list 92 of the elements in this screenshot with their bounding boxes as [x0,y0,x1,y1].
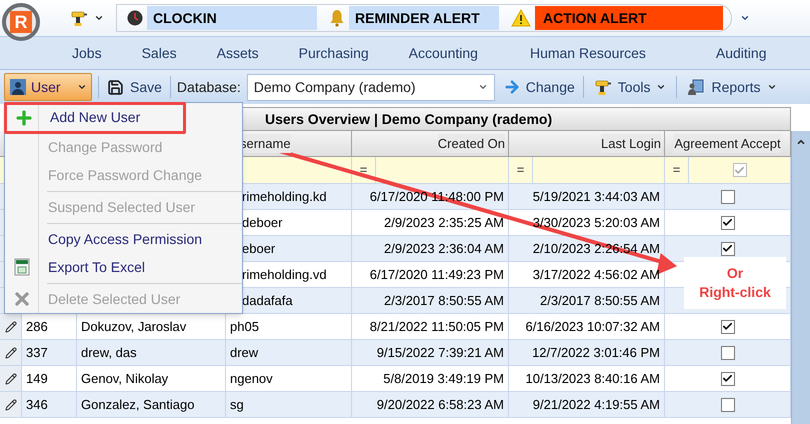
checkbox[interactable] [720,372,734,386]
change-button[interactable]: Change [500,76,577,98]
table-cell-text: 2/3/2017 8:50:55 AM [540,292,660,310]
ribbon-tab[interactable]: Assets [216,42,259,64]
table-cell-text: Genov, Nikolay [81,370,168,388]
table-cell-text: 5/8/2019 3:49:19 PM [383,370,504,388]
table-cell-text: 286 [26,318,48,336]
clock-icon [127,10,143,26]
alert-button[interactable]: ACTION ALERT [535,6,723,30]
table-cell-text: 3/30/2023 5:20:03 AM [532,214,660,232]
filter-operator[interactable]: = [665,157,689,183]
drill-icon [70,9,88,27]
table-cell-text: 6/16/2023 10:07:32 AM [526,318,660,336]
table-cell-text: 2/9/2023 2:35:25 AM [384,214,504,232]
table-cell-text: 9/21/2022 4:19:55 AM [532,396,660,414]
user-button[interactable]: User [4,73,92,101]
edit-icon[interactable] [4,346,16,358]
checkbox[interactable] [720,346,734,360]
presenter-icon [687,78,706,96]
bell-icon [329,9,345,27]
column-header[interactable]: Created On [438,134,505,154]
table-cell-text: drew [230,344,258,362]
caret-icon [77,82,87,92]
table-cell-text: drew, das [81,344,137,362]
plus-icon [14,108,34,128]
checkbox[interactable] [732,163,746,177]
save-button[interactable]: Save [105,76,164,98]
table-cell-text: Dokuzov, Jaroslav [81,318,186,336]
checkbox[interactable] [720,320,734,334]
filter-operator[interactable]: = [509,157,533,183]
callout-label: Or Right-click [684,257,786,309]
table-cell-text: 346 [26,396,48,414]
drill-icon [594,78,612,96]
tools-button[interactable]: Tools [590,76,670,98]
checkbox[interactable] [720,190,734,204]
column-header[interactable]: Agreement Accept [674,134,781,154]
scroll-up-icon[interactable] [796,137,806,147]
table-cell-text: rimeholding.vd [242,266,327,284]
menu-item[interactable]: Export To Excel [5,253,242,282]
caret-icon [766,82,777,92]
table-cell-text: dadafafa [242,292,293,310]
caret-icon [478,82,488,92]
ribbon-tab[interactable]: Jobs [72,42,102,64]
database-label: Database: [176,78,241,96]
ribbon-tab[interactable]: Auditing [716,42,766,64]
table-cell-text: deboer [242,214,282,232]
table-cell-text: rimeholding.kd [242,188,327,206]
table-cell-text: 5/19/2021 3:44:03 AM [532,188,660,206]
ribbon-tab[interactable]: Human Resources [530,42,646,64]
table-cell-text: 2/9/2023 2:36:04 AM [384,240,504,258]
column-header[interactable]: Last Login [601,134,661,154]
ribbon-tab[interactable]: Accounting [408,42,478,64]
spreadsheet-icon [14,258,30,276]
menu-item[interactable]: Add New User [4,102,186,134]
save-icon [107,78,124,96]
database-dropdown[interactable]: Demo Company (rademo) [246,74,495,100]
overflow-caret-icon[interactable] [740,13,750,23]
table-cell-text: 337 [26,344,48,362]
scrollbar[interactable] [791,131,810,424]
table-cell-text: eboer [242,240,276,258]
alert-button[interactable]: CLOCKIN [147,6,317,30]
table-cell-text: ngenov [230,370,273,388]
checkbox[interactable] [720,242,734,256]
menu-item[interactable]: Copy Access Permission [5,225,242,254]
user-icon [9,78,27,96]
edit-icon[interactable] [4,398,16,410]
table-cell-text: 10/13/2023 8:40:16 AM [526,370,660,388]
table-cell-text: 2/3/2017 8:50:55 AM [384,292,504,310]
checkbox[interactable] [720,216,734,230]
table-cell-text: Gonzalez, Santiago [81,396,194,414]
caret-icon[interactable] [94,13,104,23]
table-cell-text: ph05 [230,318,259,336]
table-cell-text: 8/21/2022 11:50:05 PM [370,318,504,336]
table-cell-text: 6/17/2020 11:49:23 PM [370,266,504,284]
edit-icon[interactable] [4,320,16,332]
reports-button[interactable]: Reports [683,76,781,98]
table-cell-text: 9/20/2022 6:58:23 AM [376,396,504,414]
alert-button[interactable]: REMINDER ALERT [349,6,499,30]
grid-title: Users Overview | Demo Company (rademo) [242,107,791,131]
ribbon-tab[interactable]: Purchasing [298,42,369,64]
table-cell-text: 9/15/2022 7:39:21 AM [376,344,504,362]
table-cell-text: 3/17/2022 4:56:02 AM [532,266,660,284]
checkbox[interactable] [720,398,734,412]
warning-icon [511,9,531,27]
table-cell-text: 149 [26,370,48,388]
arrow-right-icon [502,78,521,96]
table-cell-text: sg [230,396,244,414]
caret-icon [656,82,666,92]
ribbon-tab[interactable]: Sales [142,42,177,64]
edit-icon[interactable] [4,372,16,384]
filter-operator[interactable]: = [352,157,376,183]
table-cell-text: 12/7/2022 3:01:46 PM [532,344,660,362]
